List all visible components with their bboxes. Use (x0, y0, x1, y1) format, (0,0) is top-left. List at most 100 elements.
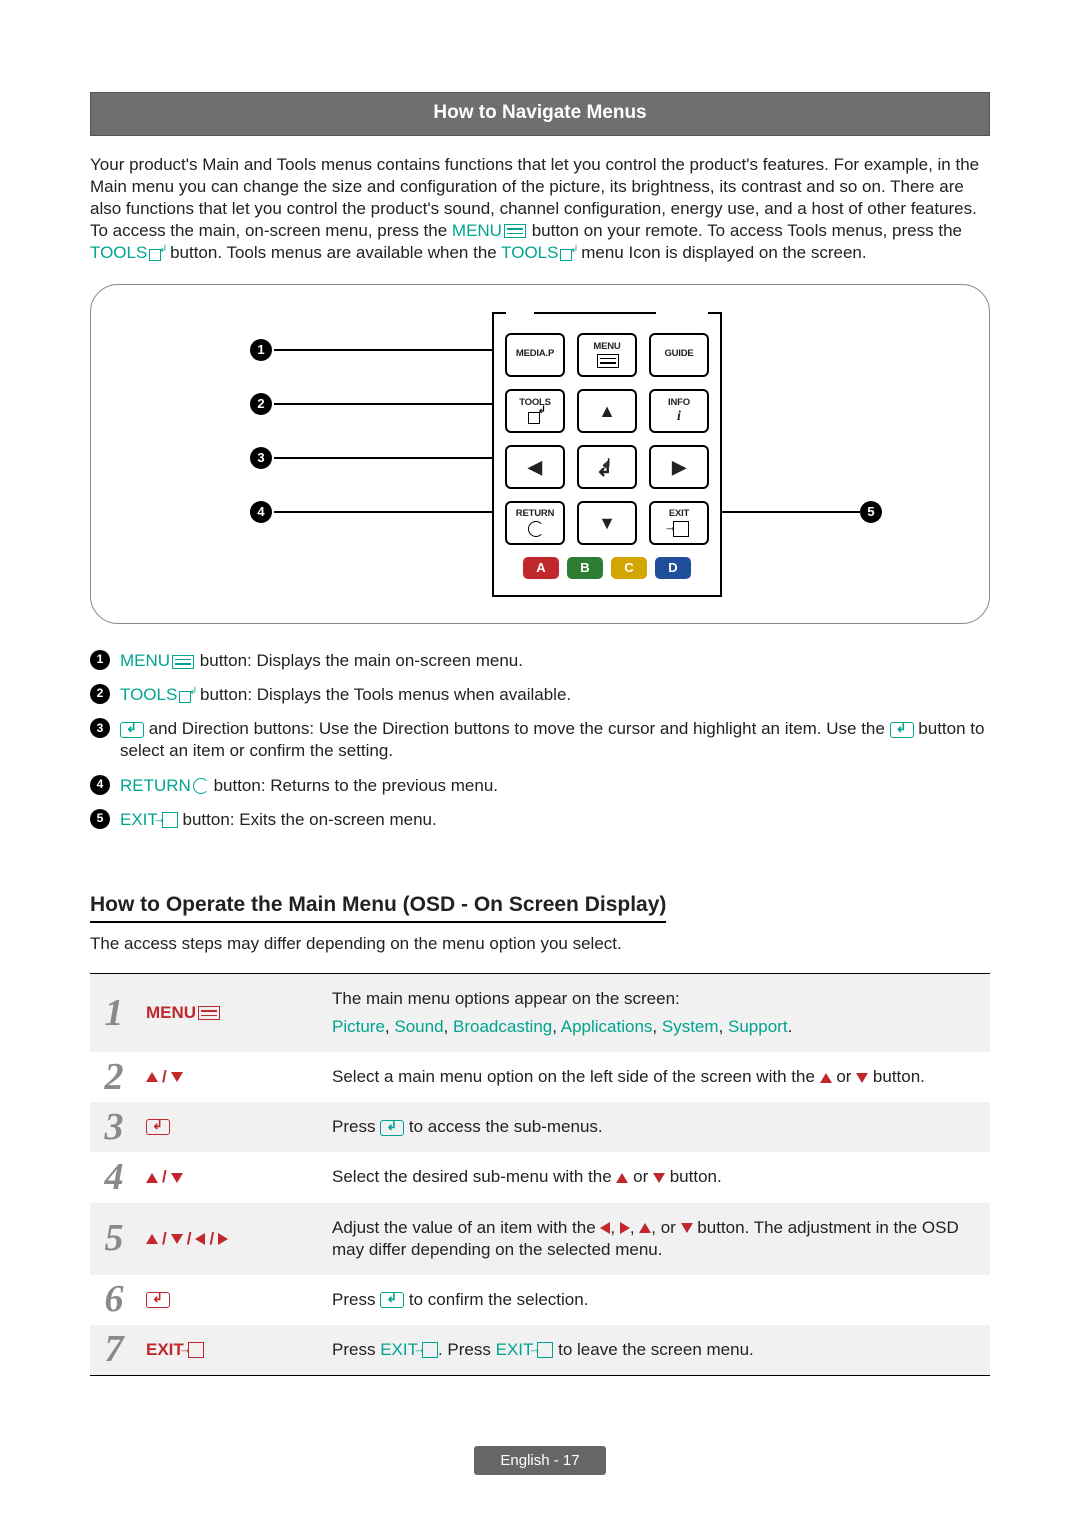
callout-1: 1 (250, 339, 272, 361)
step-num-6: 6 (90, 1275, 138, 1325)
remote-btn-menu[interactable]: MENU (577, 333, 637, 377)
tools-icon (560, 247, 576, 261)
legend-num-2: 2 (90, 684, 110, 704)
enter-icon: ↲ (596, 460, 618, 474)
tools-icon (179, 689, 195, 703)
legend-text-3: and Direction buttons: Use the Direction… (120, 718, 990, 762)
menu-icon (597, 354, 619, 368)
enter-icon (380, 1120, 404, 1136)
down-arrow-icon (681, 1223, 693, 1233)
down-arrow-icon (856, 1073, 868, 1083)
remote-btn-media-p[interactable]: MEDIA.P (505, 333, 565, 377)
step-num-4: 4 (90, 1152, 138, 1202)
legend-num-4: 4 (90, 775, 110, 795)
remote-body: MEDIA.P MENU GUIDE TOOLS ▲ INFOi ◀ ↲ ▶ R… (492, 313, 722, 597)
remote-btn-exit[interactable]: EXIT (649, 501, 709, 545)
remote-btn-left[interactable]: ◀ (505, 445, 565, 489)
intro-paragraph: Your product's Main and Tools menus cont… (90, 154, 990, 264)
up-arrow-icon (639, 1223, 651, 1233)
step-num-1: 1 (90, 974, 138, 1052)
remote-btn-color-a[interactable]: A (523, 557, 559, 579)
menu-label-inline: MENU (452, 221, 527, 240)
down-arrow-icon (171, 1173, 183, 1183)
sub-intro: The access steps may differ depending on… (90, 933, 990, 955)
intro-part4: menu Icon is displayed on the screen. (581, 243, 866, 262)
remote-btn-down[interactable]: ▼ (577, 501, 637, 545)
step-row-7: 7 EXIT Press EXIT. Press EXIT to leave t… (90, 1325, 990, 1375)
tools-icon (149, 247, 165, 261)
enter-icon (380, 1292, 404, 1308)
callout-4: 4 (250, 501, 272, 523)
step-desc-5: Adjust the value of an item with the , ,… (332, 1203, 990, 1275)
intro-part2: button on your remote. To access Tools m… (532, 221, 962, 240)
step-icon-5: /// (138, 1203, 332, 1275)
step-desc-7: Press EXIT. Press EXIT to leave the scre… (332, 1325, 990, 1375)
remote-btn-enter[interactable]: ↲ (577, 445, 637, 489)
remote-btn-info[interactable]: INFOi (649, 389, 709, 433)
right-arrow-icon (218, 1233, 228, 1245)
callout-3: 3 (250, 447, 272, 469)
remote-figure: 1 2 3 4 5 MEDIA.P MENU GUIDE (90, 284, 990, 624)
callout-5: 5 (860, 501, 882, 523)
remote-btn-color-c[interactable]: C (611, 557, 647, 579)
remote-btn-guide[interactable]: GUIDE (649, 333, 709, 377)
exit-icon (673, 521, 689, 537)
sub-heading: How to Operate the Main Menu (OSD - On S… (90, 891, 666, 923)
exit-icon (162, 812, 178, 828)
right-arrow-icon (620, 1222, 630, 1234)
legend-text-4: RETURN button: Returns to the previous m… (120, 775, 990, 797)
remote-btn-tools[interactable]: TOOLS (505, 389, 565, 433)
up-arrow-icon (146, 1234, 158, 1244)
legend-num-1: 1 (90, 650, 110, 670)
step-row-6: 6 Press to confirm the selection. (90, 1275, 990, 1325)
steps-table: 1 MENU The main menu options appear on t… (90, 973, 990, 1376)
step-row-5: 5 /// Adjust the value of an item with t… (90, 1203, 990, 1275)
step-num-7: 7 (90, 1325, 138, 1375)
step-desc-4: Select the desired sub-menu with the or … (332, 1152, 990, 1202)
step-desc-6: Press to confirm the selection. (332, 1275, 990, 1325)
left-arrow-icon (600, 1222, 610, 1234)
exit-icon (537, 1342, 553, 1358)
step-desc-1: The main menu options appear on the scre… (332, 974, 990, 1052)
up-arrow-icon (146, 1072, 158, 1082)
menu-icon (198, 1006, 220, 1020)
step-row-3: 3 Press to access the sub-menus. (90, 1102, 990, 1152)
step-icon-1: MENU (138, 974, 332, 1052)
step-icon-7: EXIT (138, 1325, 332, 1375)
legend-num-5: 5 (90, 809, 110, 829)
callout-2: 2 (250, 393, 272, 415)
exit-icon (188, 1342, 204, 1358)
step-num-3: 3 (90, 1102, 138, 1152)
enter-icon (146, 1119, 170, 1135)
intro-part3: button. Tools menus are available when t… (170, 243, 501, 262)
tools-label-inline2: TOOLS (501, 243, 576, 262)
enter-icon (890, 722, 914, 738)
legend-text-1: MENU button: Displays the main on-screen… (120, 650, 990, 672)
return-icon (528, 521, 544, 537)
step-num-5: 5 (90, 1203, 138, 1275)
left-arrow-icon (195, 1233, 205, 1245)
page-heading: How to Navigate Menus (90, 92, 990, 136)
enter-icon (146, 1292, 170, 1308)
legend-num-3: 3 (90, 718, 110, 738)
tools-label-inline: TOOLS (90, 243, 165, 262)
footer-lang: English (500, 1452, 549, 1469)
step-row-2: 2 / Select a main menu option on the lef… (90, 1052, 990, 1102)
down-arrow-icon (653, 1173, 665, 1183)
down-arrow-icon (171, 1072, 183, 1082)
remote-btn-color-d[interactable]: D (655, 557, 691, 579)
page-footer: English - 17 (90, 1446, 990, 1476)
up-arrow-icon (820, 1073, 832, 1083)
step-icon-6 (138, 1275, 332, 1325)
tools-icon (528, 410, 544, 424)
step-num-2: 2 (90, 1052, 138, 1102)
step-icon-2: / (138, 1052, 332, 1102)
callout-legend: 1 MENU button: Displays the main on-scre… (90, 650, 990, 831)
remote-btn-up[interactable]: ▲ (577, 389, 637, 433)
remote-btn-color-b[interactable]: B (567, 557, 603, 579)
step-row-4: 4 / Select the desired sub-menu with the… (90, 1152, 990, 1202)
step-desc-2: Select a main menu option on the left si… (332, 1052, 990, 1102)
remote-btn-return[interactable]: RETURN (505, 501, 565, 545)
remote-btn-right[interactable]: ▶ (649, 445, 709, 489)
step-icon-4: / (138, 1152, 332, 1202)
